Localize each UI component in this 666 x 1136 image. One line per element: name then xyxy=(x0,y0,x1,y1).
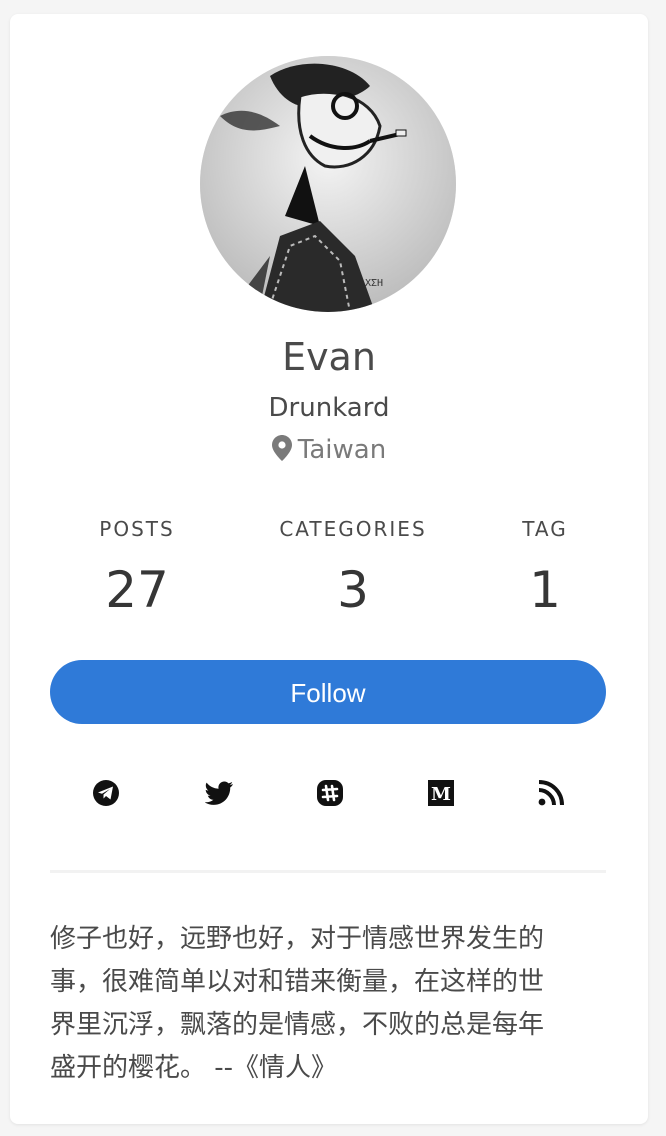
bio-line: 事，很难简单以对和错来衡量，在这样的世 xyxy=(50,967,545,997)
divider xyxy=(50,870,606,873)
stat-value: 3 xyxy=(337,561,369,619)
bio-line: 界里沉浮，飘落的是情感，不败的总是每年 xyxy=(50,1010,545,1040)
bio-line: 修子也好，远野也好，对于情感世界发生的 xyxy=(50,924,545,954)
rss-icon[interactable] xyxy=(536,778,566,808)
avatar: ΧΣΗ xyxy=(200,56,456,312)
stat-posts[interactable]: POSTS 27 xyxy=(87,514,187,622)
bio-quote: 修子也好，远野也好，对于情感世界发生的 事，很难简单以对和错来衡量，在这样的世 … xyxy=(50,918,606,1090)
follow-button[interactable]: Follow xyxy=(50,660,606,724)
telegram-icon[interactable] xyxy=(91,778,121,808)
svg-text:M: M xyxy=(431,784,451,805)
profile-name: Evan xyxy=(282,335,376,379)
stat-label: TAG xyxy=(522,517,568,541)
stat-label: POSTS xyxy=(99,517,175,541)
map-marker-icon xyxy=(271,435,292,471)
twitter-icon[interactable] xyxy=(204,778,234,808)
slack-icon[interactable] xyxy=(315,778,345,808)
stat-value: 1 xyxy=(529,561,561,619)
profile-location: Taiwan xyxy=(10,432,648,471)
profile-card: ΧΣΗ Evan Drunkard Taiwan POSTS 27 CATEGO… xyxy=(10,14,648,1124)
location-text: Taiwan xyxy=(297,435,387,465)
stat-label: CATEGORIES xyxy=(279,517,427,541)
stat-value: 27 xyxy=(105,561,169,619)
profile-subtitle: Drunkard xyxy=(268,393,390,423)
stat-categories[interactable]: CATEGORIES 3 xyxy=(263,514,443,622)
medium-icon[interactable]: M xyxy=(426,778,456,808)
svg-text:ΧΣΗ: ΧΣΗ xyxy=(365,278,383,289)
stat-tag[interactable]: TAG 1 xyxy=(490,514,600,622)
bio-line: 盛开的樱花。 --《情人》 xyxy=(50,1053,338,1083)
stats-row: POSTS 27 CATEGORIES 3 TAG 1 xyxy=(50,514,606,624)
